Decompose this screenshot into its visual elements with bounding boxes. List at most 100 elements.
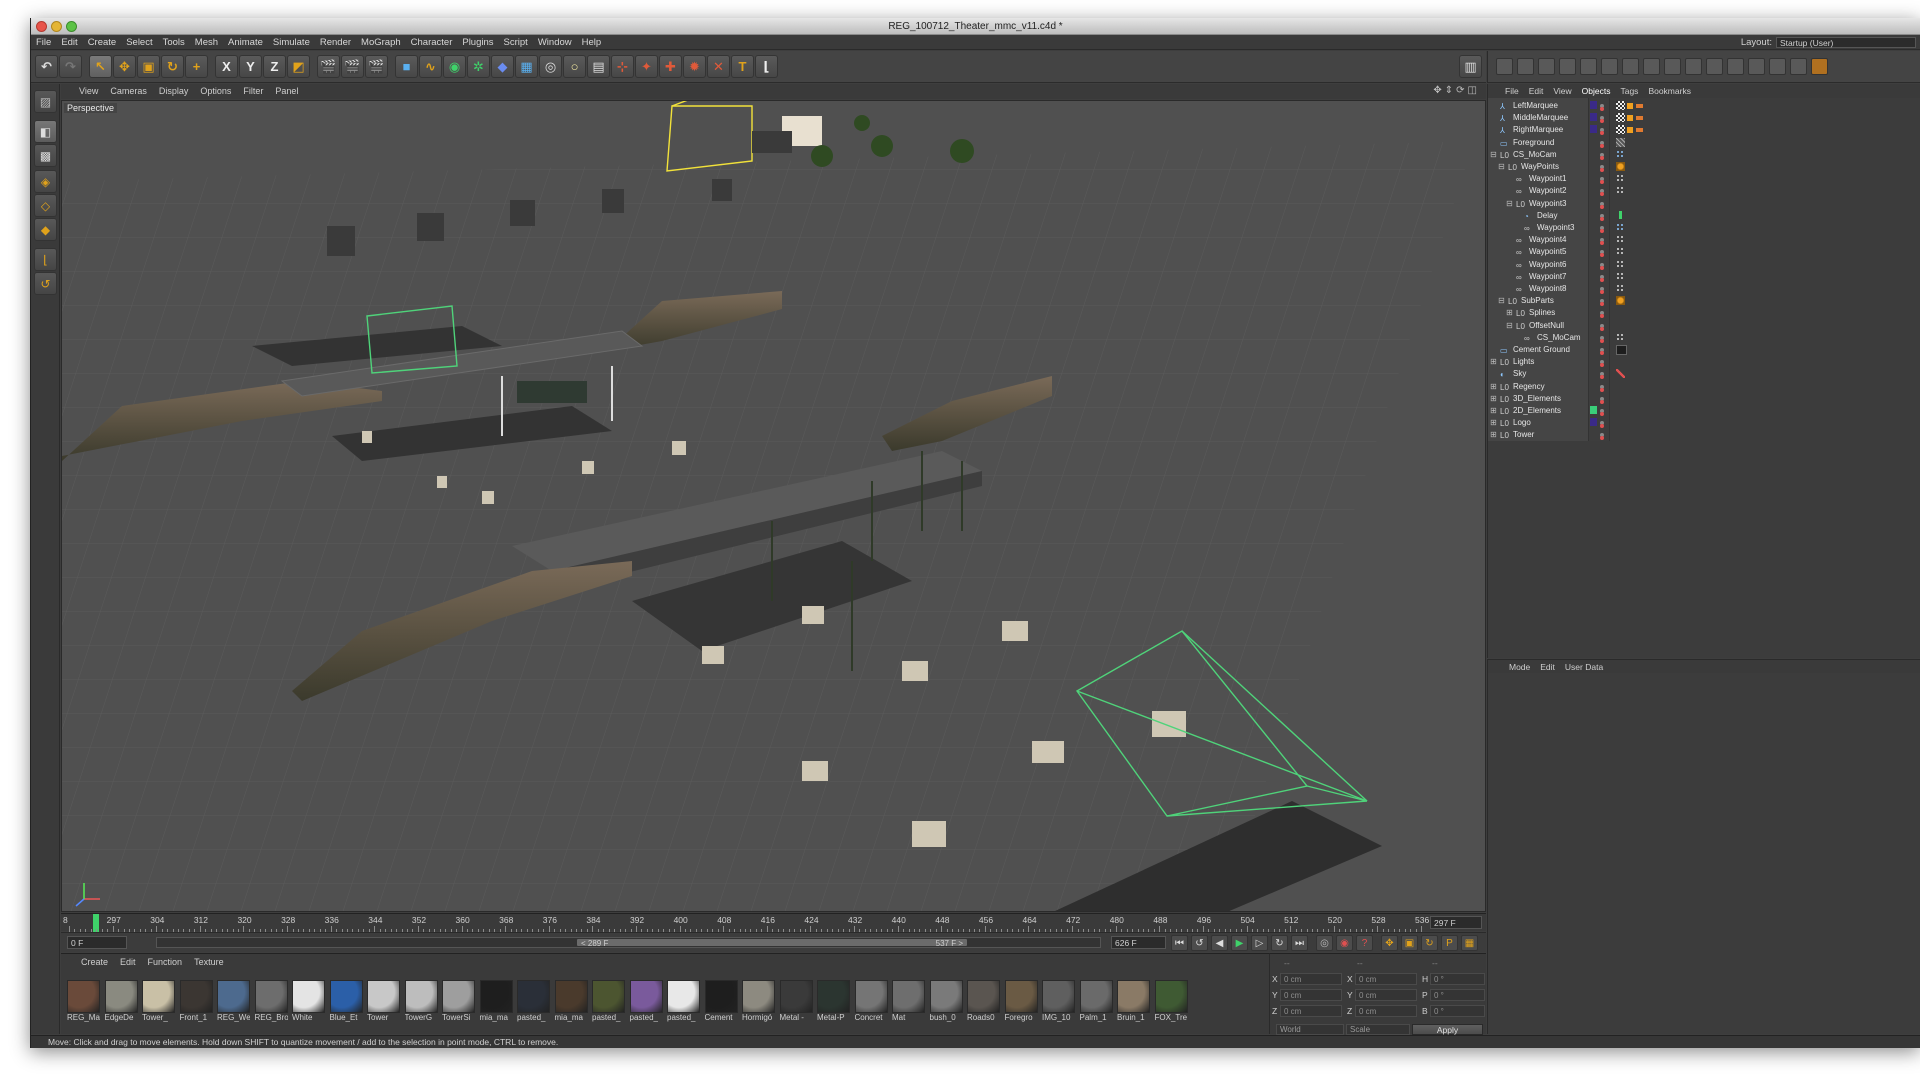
object-row-2d-elements[interactable]: ⊞ L0 2D_Elements (1488, 405, 1920, 417)
object-row-waypoint3[interactable]: ∞ Waypoint3 (1488, 222, 1920, 234)
position-z-field[interactable]: 0 cm (1280, 1005, 1342, 1017)
render-visibility-dot[interactable] (1600, 180, 1604, 185)
render-visibility-dot[interactable] (1600, 155, 1604, 160)
material-swatch[interactable]: REG_Ma (67, 980, 100, 1026)
object-row-regency[interactable]: ⊞ L0 Regency (1488, 381, 1920, 393)
text-tool-icon[interactable]: T (731, 55, 754, 78)
start-frame-field[interactable]: 0 F (67, 936, 127, 949)
object-tag-orange-icon[interactable] (1616, 162, 1625, 171)
object-name[interactable]: Sky (1513, 369, 1526, 378)
viewer-icon[interactable]: ▥ (1459, 55, 1482, 78)
rotation-p-field[interactable]: 0 ° (1430, 989, 1485, 1001)
close-window-button[interactable] (36, 21, 47, 32)
material-swatch[interactable]: Hormigó (742, 980, 775, 1026)
null-tool-icon[interactable]: ✚ (659, 55, 682, 78)
expand-toggle-icon[interactable]: ⊟ (1506, 321, 1513, 330)
object-tag-small-icon[interactable] (1616, 332, 1625, 342)
object-tag-redx-icon[interactable] (1616, 369, 1625, 379)
material-swatch[interactable]: Foregro (1004, 980, 1038, 1026)
expand-toggle-icon[interactable]: ⊞ (1506, 308, 1513, 317)
menu-character[interactable]: Character (406, 35, 458, 50)
render-visibility-dot[interactable] (1600, 363, 1604, 368)
object-name[interactable]: OffsetNull (1529, 321, 1564, 330)
object-row-leftmarquee[interactable]: ⅄ LeftMarquee (1488, 100, 1920, 112)
object-row-rightmarquee[interactable]: ⅄ RightMarquee (1488, 124, 1920, 136)
object-tool-icon[interactable] (1790, 58, 1807, 75)
key-rotation-icon[interactable]: ↻ (1421, 935, 1438, 951)
viewport-menu-panel[interactable]: Panel (269, 84, 304, 99)
object-tag-expression-icon[interactable] (1636, 128, 1643, 133)
measure-tool-icon[interactable]: ⌊ (755, 55, 778, 78)
object-tool-icon[interactable] (1748, 58, 1765, 75)
material-swatch[interactable]: pasted_ (517, 980, 550, 1026)
z-axis-lock-icon[interactable]: Z (263, 55, 286, 78)
object-tag-small-icon[interactable] (1616, 186, 1625, 196)
key-position-icon[interactable]: ✥ (1381, 935, 1398, 951)
object-row-middlemarquee[interactable]: ⅄ MiddleMarquee (1488, 112, 1920, 124)
object-tool-icon[interactable] (1664, 58, 1681, 75)
object-menu-objects[interactable]: Objects (1577, 84, 1616, 98)
expand-toggle-icon[interactable]: ⊞ (1490, 430, 1497, 439)
render-visibility-dot[interactable] (1600, 192, 1604, 197)
object-name[interactable]: Foreground (1513, 138, 1554, 147)
material-swatch[interactable]: FOX_Tre (1154, 980, 1188, 1026)
material-swatch[interactable]: mia_ma (479, 980, 513, 1026)
menu-simulate[interactable]: Simulate (268, 35, 315, 50)
object-row-waypoints[interactable]: ⊟ L0 WayPoints (1488, 161, 1920, 173)
layer-color-swatch[interactable] (1590, 113, 1597, 122)
perspective-viewport[interactable]: Perspective (61, 100, 1486, 912)
material-menu-function[interactable]: Function (142, 954, 189, 970)
object-tag-dark-icon[interactable] (1616, 345, 1627, 355)
attribute-menu-mode[interactable]: Mode (1504, 660, 1535, 674)
object-row-cs-mocam[interactable]: ⊟ L0 CS_MoCam (1488, 149, 1920, 161)
material-swatch[interactable]: White (292, 980, 325, 1026)
material-swatch[interactable]: pasted_ (629, 980, 663, 1026)
object-row-waypoint7[interactable]: ∞ Waypoint7 (1488, 271, 1920, 283)
cloner-icon[interactable]: ✲ (467, 55, 490, 78)
expand-toggle-icon[interactable]: ⊟ (1506, 199, 1513, 208)
axis-mode-icon[interactable]: ⌊ (34, 248, 57, 271)
keyframe-selection-icon[interactable]: ? (1356, 935, 1373, 951)
material-swatch[interactable]: TowerSi (442, 980, 475, 1026)
next-frame-icon[interactable]: ▷ (1251, 935, 1268, 951)
object-menu-bookmarks[interactable]: Bookmarks (1643, 84, 1696, 98)
material-menu-texture[interactable]: Texture (188, 954, 230, 970)
object-row-cs-mocam[interactable]: ∞ CS_MoCam (1488, 332, 1920, 344)
workplane-icon[interactable]: ✦ (635, 55, 658, 78)
material-swatch[interactable]: bush_0 (929, 980, 963, 1026)
object-name[interactable]: Waypoint1 (1529, 174, 1567, 183)
object-name[interactable]: LeftMarquee (1513, 101, 1558, 110)
render-visibility-dot[interactable] (1600, 265, 1604, 270)
x-axis-lock-icon[interactable]: X (215, 55, 238, 78)
object-name[interactable]: Lights (1513, 357, 1534, 366)
object-tool-icon[interactable] (1622, 58, 1639, 75)
material-swatch[interactable]: REG_We (217, 980, 250, 1026)
attribute-menu-edit[interactable]: Edit (1535, 660, 1560, 674)
object-name[interactable]: Logo (1513, 418, 1531, 427)
object-tool-icon[interactable] (1706, 58, 1723, 75)
tweak-mode-icon[interactable]: ↺ (34, 272, 57, 295)
render-visibility-dot[interactable] (1600, 168, 1604, 172)
object-name[interactable]: SubParts (1521, 296, 1554, 305)
light-icon[interactable]: ○ (563, 55, 586, 78)
live-selection-icon[interactable]: ↖ (89, 55, 112, 78)
object-tag-check-icon[interactable] (1616, 210, 1625, 220)
apply-button[interactable]: Apply (1412, 1024, 1483, 1035)
object-tag-material-icon[interactable] (1627, 127, 1633, 134)
object-tool-icon[interactable] (1643, 58, 1660, 75)
object-name[interactable]: CS_MoCam (1537, 333, 1581, 342)
object-tag-material-icon[interactable] (1627, 103, 1633, 109)
object-tag-small-icon[interactable] (1616, 271, 1625, 281)
render-visibility-dot[interactable] (1600, 229, 1604, 233)
object-tool-icon[interactable] (1685, 58, 1702, 75)
render-picture-viewer-icon[interactable]: 🎬 (341, 55, 364, 78)
object-name[interactable]: Waypoint3 (1537, 223, 1575, 232)
render-visibility-dot[interactable] (1600, 436, 1604, 441)
render-view-icon[interactable]: 🎬 (317, 55, 340, 78)
subdivision-surface-icon[interactable]: ◉ (443, 55, 466, 78)
floor-icon[interactable]: ▦ (515, 55, 538, 78)
material-swatch[interactable]: Bruin_1 (1117, 980, 1150, 1026)
coord-space-select[interactable]: World (1276, 1024, 1344, 1035)
size-z-field[interactable]: 0 cm (1355, 1005, 1417, 1017)
layer-color-swatch[interactable] (1590, 125, 1597, 134)
